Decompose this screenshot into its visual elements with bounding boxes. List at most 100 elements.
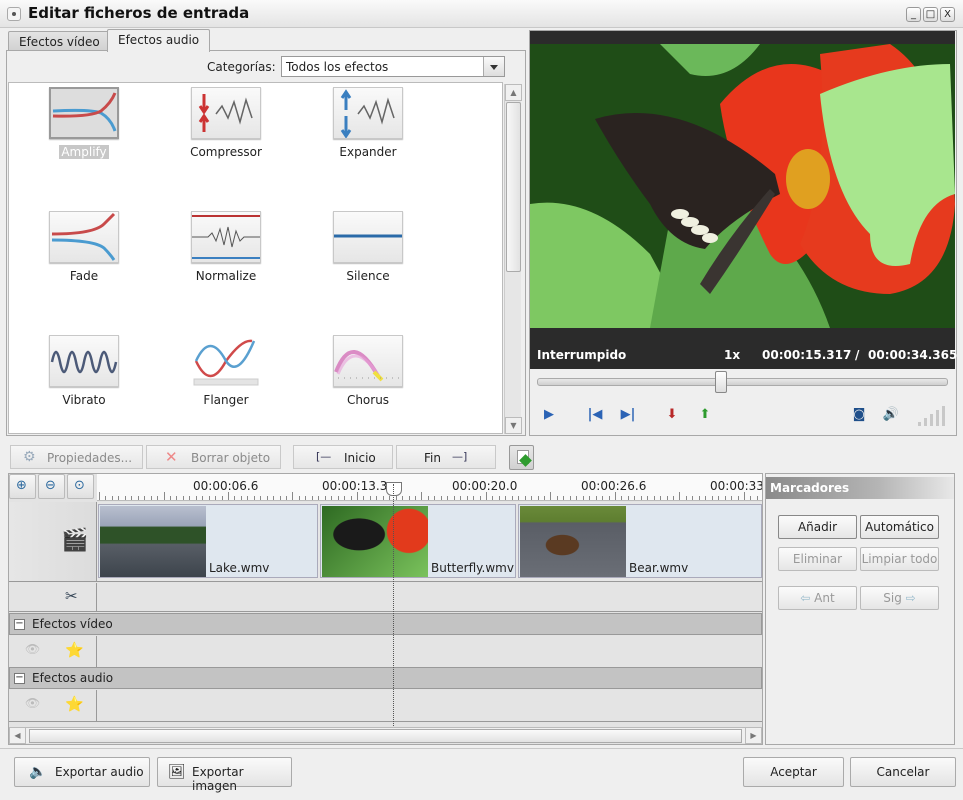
eye-visibility-icon[interactable]: 👁 <box>25 642 40 656</box>
effect-item-normalize[interactable]: Normalize <box>171 207 281 317</box>
clip-bear[interactable]: Bear.wmv <box>518 504 762 578</box>
export-image-label: Exportar imagen <box>192 765 244 793</box>
export-audio-button[interactable]: 🔈 Exportar audio <box>14 757 150 787</box>
ruler-tick <box>505 496 506 500</box>
next-marker-button[interactable]: Sig ⇨ <box>860 586 939 610</box>
speaker-volume-icon[interactable]: 🔊 <box>880 404 902 426</box>
clip-lake[interactable]: Lake.wmv <box>98 504 318 578</box>
effects-scrollbar[interactable]: ▲ ▼ <box>504 84 522 434</box>
chevron-down-icon[interactable] <box>483 57 504 76</box>
ruler-tick <box>621 496 622 500</box>
zoom-in-button[interactable]: ⊕ <box>9 474 36 499</box>
scrollbar-thumb[interactable] <box>506 102 521 272</box>
effect-label: Amplify <box>59 145 109 159</box>
ruler-label: 00:00:13.3 <box>322 479 388 493</box>
set-start-button[interactable]: [— Inicio <box>293 445 393 469</box>
ruler-tick <box>247 496 248 500</box>
set-end-button[interactable]: Fin —] <box>396 445 496 469</box>
play-button[interactable]: ▶ <box>538 404 560 426</box>
effect-item-flanger[interactable]: Flanger <box>171 331 281 441</box>
effect-item-amplify[interactable]: Amplify <box>29 83 139 193</box>
video-letterbox-top <box>530 31 955 44</box>
remove-marker-button[interactable]: Eliminar <box>778 547 857 571</box>
category-label: Categorías: <box>207 60 276 74</box>
set-end-marker-button[interactable]: ⬆ <box>694 404 716 426</box>
scroll-right-button[interactable]: ▶ <box>745 727 762 744</box>
arrow-right-icon: ⇨ <box>901 591 916 605</box>
clip-thumbnail <box>100 506 206 577</box>
effect-item-compressor[interactable]: Compressor <box>171 83 281 193</box>
timeline-scrollbar[interactable]: ◀ ▶ <box>9 727 762 744</box>
next-frame-button[interactable]: ▶| <box>617 404 639 426</box>
zoom-out-button[interactable]: ⊖ <box>38 474 65 499</box>
set-start-marker-button[interactable]: ⬇ <box>661 404 683 426</box>
playhead-handle[interactable] <box>386 482 402 496</box>
ruler-tick <box>312 496 313 500</box>
delete-object-button[interactable]: ✕ Borrar objeto <box>146 445 281 469</box>
cancel-button[interactable]: Cancelar <box>850 757 956 787</box>
accept-button[interactable]: Aceptar <box>743 757 844 787</box>
effect-item-vibrato[interactable]: Vibrato <box>29 331 139 441</box>
category-select[interactable]: Todos los efectos <box>281 56 505 77</box>
effect-item-chorus[interactable]: Chorus <box>313 331 423 441</box>
ruler-tick <box>609 496 610 500</box>
effect-item-expander[interactable]: Expander <box>313 83 423 193</box>
volume-level-icon[interactable] <box>916 404 950 429</box>
tab-video-effects[interactable]: Efectos vídeo <box>8 31 111 50</box>
transition-track-header: ✂ <box>9 583 97 612</box>
snap-toggle-button[interactable] <box>509 445 534 470</box>
seek-slider[interactable] <box>537 371 948 393</box>
collapse-icon[interactable]: − <box>14 673 25 684</box>
eye-visibility-icon[interactable]: 👁 <box>25 696 40 710</box>
close-button[interactable]: X <box>940 7 955 22</box>
effect-item-silence[interactable]: Silence <box>313 207 423 317</box>
minimize-button[interactable]: _ <box>906 7 921 22</box>
clip-butterfly[interactable]: Butterfly.wmv <box>320 504 516 578</box>
ruler-tick <box>589 496 590 500</box>
transition-track <box>97 583 762 612</box>
ruler-tick <box>234 496 235 500</box>
tab-audio-effects[interactable]: Efectos audio <box>107 29 211 52</box>
scroll-left-button[interactable]: ◀ <box>9 727 26 744</box>
ruler-tick <box>712 496 713 500</box>
clip-thumbnail <box>322 506 428 577</box>
ruler-tick <box>550 492 551 500</box>
ruler-tick <box>222 496 223 500</box>
timeline-ruler[interactable]: 00:00:06.6 00:00:13.3 00:00:20.0 00:00:2… <box>97 474 762 501</box>
scroll-up-button[interactable]: ▲ <box>505 84 522 101</box>
previous-frame-button[interactable]: |◀ <box>584 404 606 426</box>
audio-effects-group-header[interactable]: − Efectos audio <box>9 667 762 689</box>
collapse-icon[interactable]: − <box>14 619 25 630</box>
ruler-tick <box>157 496 158 500</box>
ruler-tick <box>434 496 435 500</box>
export-image-button[interactable]: 🖼 Exportar imagen <box>157 757 292 793</box>
clip-name: Butterfly.wmv <box>431 561 514 575</box>
scrollbar-thumb[interactable] <box>29 729 742 743</box>
amplify-icon <box>49 87 119 139</box>
video-effects-group-header[interactable]: − Efectos vídeo <box>9 613 762 635</box>
effect-item-fade[interactable]: Fade <box>29 207 139 317</box>
ruler-tick <box>363 496 364 500</box>
maximize-button[interactable]: □ <box>923 7 938 22</box>
zoom-fit-button[interactable]: ⊙ <box>67 474 94 499</box>
compressor-icon <box>191 87 261 139</box>
audio-effect-star-icon: ⭐ <box>65 695 84 713</box>
transition-scissors-icon: ✂ <box>65 587 78 605</box>
ruler-label: 00:00:20.0 <box>452 479 518 493</box>
video-preview <box>530 44 955 328</box>
camera-snapshot-icon[interactable]: ◙ <box>848 404 870 426</box>
auto-markers-button[interactable]: Automático <box>860 515 939 539</box>
scroll-down-button[interactable]: ▼ <box>505 417 522 434</box>
add-marker-button[interactable]: Añadir <box>778 515 857 539</box>
seek-slider-handle[interactable] <box>715 371 727 393</box>
clear-markers-button[interactable]: Limpiar todo <box>860 547 939 571</box>
previous-marker-button[interactable]: ⇦ Ant <box>778 586 857 610</box>
ruler-tick <box>370 496 371 500</box>
system-menu-icon[interactable] <box>7 7 21 21</box>
ruler-tick <box>686 496 687 500</box>
ruler-tick <box>421 492 422 500</box>
properties-button[interactable]: ⚙ Propiedades... <box>10 445 143 469</box>
ruler-tick <box>292 492 293 500</box>
video-effects-row-header: 👁 ⭐ <box>9 636 97 668</box>
ruler-tick <box>718 496 719 500</box>
